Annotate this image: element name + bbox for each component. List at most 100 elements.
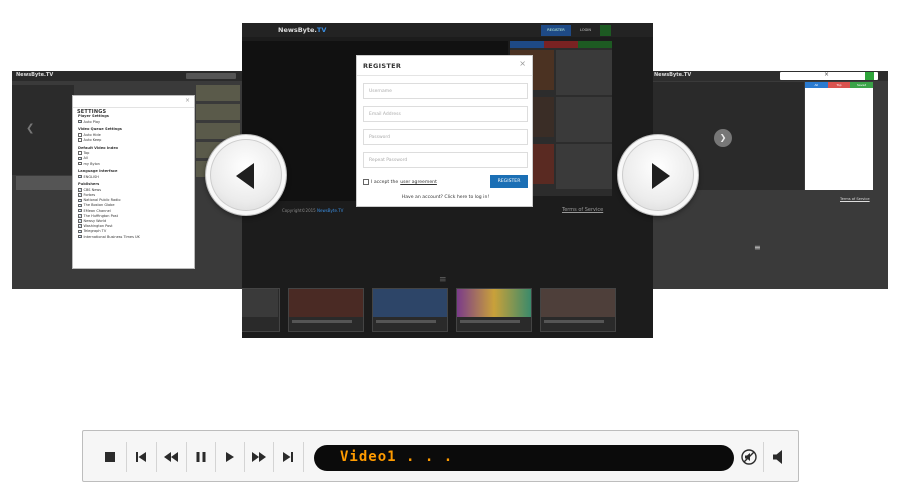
checkbox[interactable]: ✓ [78,214,82,218]
card-text [376,320,436,323]
username-field[interactable]: Username [363,83,528,99]
logo-main: NewsByte. [278,26,317,34]
accept-agreement[interactable]: I accept the user agreement [363,179,437,185]
checkbox[interactable]: ✓ [78,234,82,239]
settings-body: Player Settings ✓ Auto Play Video Queue Set… [73,108,194,242]
top-bar: NewsByte.TV [12,71,242,81]
video-list-panel: All Top Saved [805,82,874,190]
chevron-left-icon: ❮ [26,123,35,134]
tab-all [510,41,544,48]
item-text [556,50,612,95]
panel-tabs [510,41,612,48]
repeat-password-field[interactable]: Repeat Password [363,152,528,168]
video-card [540,288,616,332]
close-icon[interactable]: × [185,97,190,104]
register-button[interactable]: REGISTER [490,175,528,188]
option-label: ENGLISH [83,174,99,179]
checkbox[interactable]: ✓ [78,188,82,192]
pause-button[interactable] [186,431,215,483]
copyright-brand: NewsByte.TV [317,208,344,213]
mute-button[interactable] [734,431,763,483]
settings-section-title: Video Queue Settings [78,127,122,132]
checkbox[interactable]: ✓ [78,193,82,197]
checkbox[interactable] [78,133,82,137]
clear-icon: × [824,71,830,78]
thumbnail [541,289,615,317]
settings-option[interactable]: ✓ Auto Play [78,119,189,124]
divider [303,442,304,472]
top-bar: NewsByte.TV REGISTER LOGIN [242,23,653,37]
checkbox[interactable]: ✓ [78,224,82,228]
panel-tabs: All Top Saved [805,82,874,88]
play-icon [225,452,234,462]
video-card [242,288,280,332]
checkbox[interactable]: ✓ [78,219,82,223]
register-dialog: REGISTER × Username Email Address Passwo… [356,55,533,207]
settings-header: SETTINGS × [73,96,194,115]
user-agreement-link[interactable]: user agreement [400,180,437,185]
tab-saved [578,41,612,48]
option-label: Top [83,151,90,156]
carousel-prev-button[interactable] [205,134,287,216]
skip-back-button[interactable] [126,431,155,483]
checkbox[interactable] [78,161,82,166]
skip-forward-button[interactable] [273,431,302,483]
now-playing-text: Video1 . . . [340,449,454,465]
settings-dialog: SETTINGS × Player Settings ✓ Auto Play Vide… [72,95,195,269]
checkbox[interactable]: ✓ [78,174,82,179]
app-stage: NewsByte.TV ❮ SETTINGS × Player Settings… [0,0,900,493]
accept-label: I accept the [371,179,399,185]
stop-button[interactable] [95,431,124,483]
video-card [456,288,532,332]
chevron-left-icon [236,163,254,189]
logo-accent: TV [316,26,327,34]
option-label: Newsy World [83,219,107,224]
register-title: REGISTER [363,62,402,70]
tab-top: Top [827,82,851,88]
fast-forward-button[interactable] [244,431,273,483]
register-header: REGISTER × [357,56,532,76]
play-button[interactable] [215,431,244,483]
media-player-bar: Video1 . . . [82,430,799,482]
option-label: The Boston Globe [83,203,115,208]
login-link[interactable]: Have an account? Click here to log in! [357,195,534,200]
settings-option[interactable]: my Bylon [78,161,189,166]
email-field[interactable]: Email Address [363,106,528,122]
close-icon[interactable]: × [519,59,526,68]
settings-option[interactable]: ✓ ENGLISH [78,174,189,179]
chevron-right-icon: ❯ [714,129,732,147]
item-text [556,97,612,142]
option-label: Washington Post [83,224,113,229]
settings-option[interactable]: ✓ International Business Times UK [78,234,189,239]
carousel-next-button[interactable] [617,134,699,216]
settings-option[interactable]: Auto Keep [78,137,189,142]
video-card [372,288,448,332]
volume-button[interactable] [764,431,793,483]
tab-top [544,41,578,48]
search-button [600,25,611,36]
password-field[interactable]: Password [363,129,528,145]
logo: NewsByte.TV [654,72,692,78]
checkbox[interactable] [78,151,82,155]
agreement-checkbox[interactable] [363,179,369,185]
logo: NewsByte.TV [278,26,326,34]
terms-link: Terms of Service [562,207,604,213]
menu-icon: ≡ [754,243,761,252]
option-label: CBS News [83,187,102,192]
video-area [12,85,74,175]
option-label: Auto Play [83,119,101,124]
checkbox[interactable]: ✓ [78,203,82,208]
checkbox[interactable]: ✓ [78,156,82,161]
checkbox[interactable]: ✓ [78,198,82,203]
volume-icon [772,450,782,464]
option-label: Auto Keep [83,137,102,142]
checkbox[interactable]: ✓ [78,229,82,234]
checkbox[interactable]: ✓ [78,119,82,124]
skip-back-icon [135,452,146,462]
checkbox[interactable] [78,138,82,142]
chevron-right-icon [652,163,670,189]
rewind-button[interactable] [156,431,185,483]
thumbnail [373,289,447,317]
checkbox[interactable]: ✓ [78,208,82,213]
fast-forward-icon [251,452,266,462]
